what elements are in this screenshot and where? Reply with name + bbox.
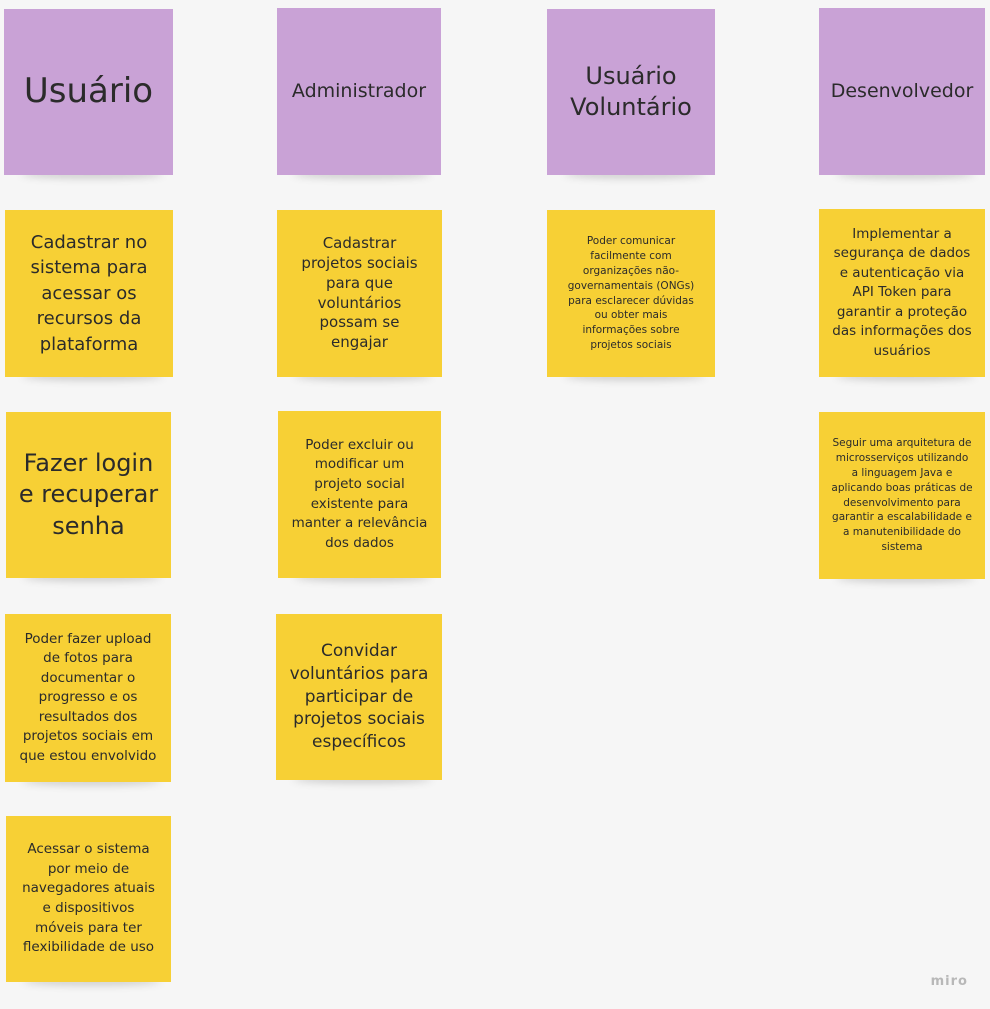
sticky-note[interactable]: Implementar a segurança de dados e auten… — [819, 209, 985, 377]
header-note-usuario-voluntario[interactable]: Usuário Voluntário — [547, 9, 715, 175]
sticky-note[interactable]: Cadastrar projetos sociais para que volu… — [277, 210, 442, 377]
sticky-note[interactable]: Fazer login e recuperar senha — [6, 412, 171, 578]
header-note-administrador[interactable]: Administrador — [277, 8, 441, 175]
note-text: Acessar o sistema por meio de navegadore… — [22, 841, 155, 956]
note-text: Cadastrar no sistema para acessar os rec… — [30, 231, 148, 355]
note-text: Poder fazer upload de fotos para documen… — [19, 630, 157, 764]
header-note-desenvolvedor[interactable]: Desenvolvedor — [819, 8, 985, 175]
note-text: Cadastrar projetos sociais para que volu… — [301, 234, 418, 352]
miro-watermark: miro — [930, 974, 968, 989]
header-note-label: Administrador — [291, 80, 427, 103]
sticky-note[interactable]: Seguir uma arquitetura de microsserviços… — [819, 412, 985, 579]
sticky-note[interactable]: Poder fazer upload de fotos para documen… — [5, 614, 171, 782]
sticky-note[interactable]: Poder comunicar facilmente com organizaç… — [547, 210, 715, 377]
sticky-note[interactable]: Acessar o sistema por meio de navegadore… — [6, 816, 171, 982]
header-note-label: Usuário — [23, 71, 154, 112]
header-note-label: Usuário Voluntário — [570, 61, 692, 121]
sticky-note[interactable]: Poder excluir ou modificar um projeto so… — [278, 411, 441, 578]
note-text: Convidar voluntários para participar de … — [289, 640, 429, 753]
note-text: Seguir uma arquitetura de microsserviços… — [831, 436, 973, 554]
header-note-label: Desenvolvedor — [830, 80, 974, 103]
sticky-note[interactable]: Convidar voluntários para participar de … — [276, 614, 442, 780]
note-text: Poder excluir ou modificar um projeto so… — [291, 436, 428, 551]
sticky-note[interactable]: Cadastrar no sistema para acessar os rec… — [5, 210, 173, 377]
note-text: Fazer login e recuperar senha — [18, 449, 159, 540]
header-note-usuario[interactable]: Usuário — [4, 9, 173, 175]
note-text: Poder comunicar facilmente com organizaç… — [567, 234, 695, 352]
note-text: Implementar a segurança de dados e auten… — [832, 225, 972, 359]
